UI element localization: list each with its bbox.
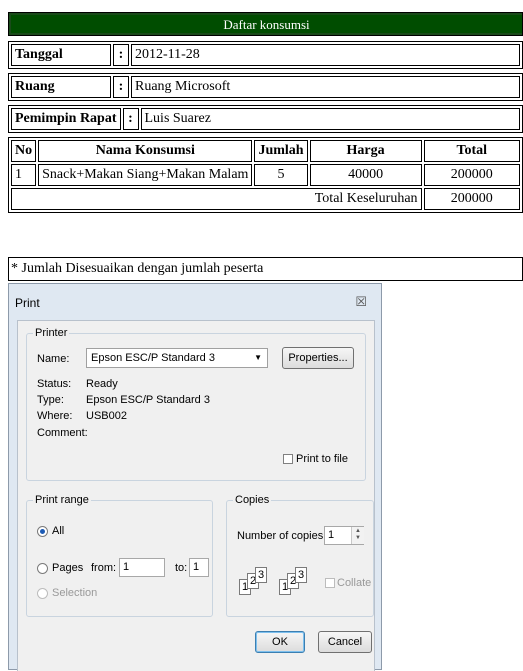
table-row: 1 Snack+Makan Siang+Makan Malam 5 40000 … bbox=[11, 164, 520, 186]
table-header-row: No Nama Konsumsi Jumlah Harga Total bbox=[11, 140, 520, 162]
status-value: Ready bbox=[86, 378, 118, 390]
column-header-jumlah: Jumlah bbox=[254, 140, 308, 162]
selection-radio[interactable] bbox=[37, 588, 48, 599]
print-to-file-checkbox[interactable] bbox=[283, 454, 293, 464]
properties-button[interactable]: Properties... bbox=[282, 347, 354, 369]
report-title: Daftar konsumsi bbox=[11, 15, 522, 33]
from-input[interactable]: 1 bbox=[119, 558, 165, 577]
column-header-nama: Nama Konsumsi bbox=[38, 140, 253, 162]
number-of-copies-label: Number of copies: bbox=[237, 530, 327, 542]
copies-value: 1 bbox=[328, 529, 335, 541]
ok-button[interactable]: OK bbox=[255, 631, 305, 653]
collate-checkbox[interactable] bbox=[325, 578, 335, 588]
total-label: Total Keseluruhan bbox=[11, 188, 422, 210]
cell-total: 200000 bbox=[423, 164, 520, 186]
info-row-pemimpin: Pemimpin Rapat : Luis Suarez bbox=[8, 105, 523, 133]
total-value: 200000 bbox=[423, 188, 520, 210]
to-label: to: bbox=[175, 562, 188, 574]
collate-sheet: 3 bbox=[255, 567, 267, 583]
info-separator: : bbox=[113, 44, 129, 66]
from-label: from: bbox=[91, 562, 117, 574]
spin-up-icon[interactable]: ▲ bbox=[355, 528, 361, 534]
info-row-ruang: Ruang : Ruang Microsoft bbox=[8, 73, 523, 101]
dialog-title: Print bbox=[15, 296, 40, 310]
konsumsi-table: No Nama Konsumsi Jumlah Harga Total 1 Sn… bbox=[8, 137, 523, 213]
info-value: 2012-11-28 bbox=[131, 44, 520, 66]
printer-name-select[interactable]: Epson ESC/P Standard 3 ▼ bbox=[86, 348, 268, 368]
type-label: Type: bbox=[37, 394, 64, 406]
spin-down-icon[interactable]: ▼ bbox=[355, 535, 361, 541]
report-title-bar: Daftar konsumsi bbox=[8, 12, 523, 36]
type-value: Epson ESC/P Standard 3 bbox=[86, 394, 210, 406]
chevron-down-icon: ▼ bbox=[254, 353, 262, 362]
dialog-body: Printer Name: Epson ESC/P Standard 3 ▼ P… bbox=[17, 320, 375, 671]
printer-name-label: Name: bbox=[37, 353, 70, 365]
cell-jumlah: 5 bbox=[254, 164, 308, 186]
collate-icon: 1 2 3 1 2 3 bbox=[239, 567, 335, 603]
copies-group: Copies Number of copies: 1 ▲ ▼ 1 2 3 1 2… bbox=[226, 494, 374, 617]
info-label: Pemimpin Rapat bbox=[11, 108, 121, 130]
info-value: Ruang Microsoft bbox=[131, 76, 520, 98]
print-dialog: Print ☒ Printer Name: Epson ESC/P Standa… bbox=[8, 283, 382, 671]
info-separator: : bbox=[113, 76, 129, 98]
print-range-group: Print range All Pages from: 1 to: 1 Sele… bbox=[26, 494, 213, 617]
close-icon[interactable]: ☒ bbox=[355, 294, 367, 310]
column-header-no: No bbox=[11, 140, 37, 162]
info-label: Ruang bbox=[11, 76, 111, 98]
info-separator: : bbox=[122, 108, 139, 130]
info-value: Luis Suarez bbox=[140, 108, 520, 130]
pages-label: Pages bbox=[52, 562, 84, 574]
all-radio[interactable] bbox=[37, 526, 48, 537]
cell-harga: 40000 bbox=[309, 164, 422, 186]
where-value: USB002 bbox=[86, 410, 127, 422]
total-row: Total Keseluruhan 200000 bbox=[11, 188, 520, 210]
info-label: Tanggal bbox=[11, 44, 111, 66]
info-row-tanggal: Tanggal : 2012-11-28 bbox=[8, 41, 523, 69]
printer-group-label: Printer bbox=[33, 327, 70, 339]
where-label: Where: bbox=[37, 410, 73, 422]
copies-group-label: Copies bbox=[233, 494, 272, 506]
comment-label: Comment: bbox=[37, 427, 88, 439]
footnote: * Jumlah Disesuaikan dengan jumlah peser… bbox=[8, 257, 523, 281]
to-input[interactable]: 1 bbox=[189, 558, 209, 577]
print-range-group-label: Print range bbox=[33, 494, 91, 506]
pages-radio[interactable] bbox=[37, 563, 48, 574]
print-to-file-label: Print to file bbox=[296, 453, 348, 465]
collate-label: Collate bbox=[337, 577, 372, 589]
status-label: Status: bbox=[37, 378, 72, 390]
cancel-button[interactable]: Cancel bbox=[318, 631, 372, 653]
printer-group: Printer Name: Epson ESC/P Standard 3 ▼ P… bbox=[26, 327, 366, 481]
column-header-harga: Harga bbox=[309, 140, 422, 162]
cell-nama: Snack+Makan Siang+Makan Malam bbox=[38, 164, 253, 186]
column-header-total: Total bbox=[423, 140, 520, 162]
selection-label: Selection bbox=[52, 587, 98, 599]
collate-sheet: 3 bbox=[295, 567, 307, 583]
all-label: All bbox=[52, 525, 65, 537]
printer-name-value: Epson ESC/P Standard 3 bbox=[91, 352, 215, 364]
copies-spinner[interactable]: ▲ ▼ bbox=[351, 527, 364, 544]
cell-no: 1 bbox=[11, 164, 37, 186]
